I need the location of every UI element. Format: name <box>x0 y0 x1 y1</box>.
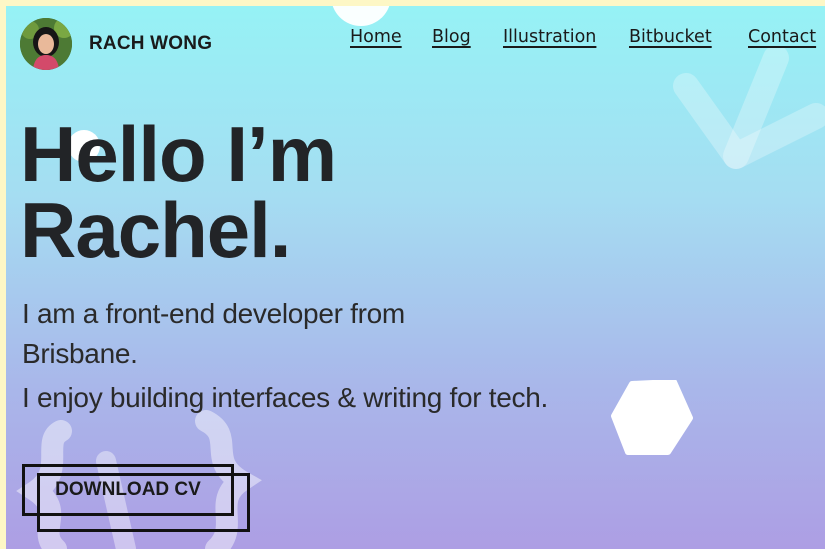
nav-link-illustration[interactable]: Illustration <box>503 27 596 47</box>
headline-line-1: Hello I’m <box>20 110 337 198</box>
intro-line-2: I enjoy building interfaces & writing fo… <box>22 382 548 413</box>
avatar[interactable] <box>20 18 72 70</box>
avatar-portrait-icon <box>20 18 72 70</box>
download-cv-button[interactable]: DOWNLOAD CV <box>22 464 234 516</box>
decorative-hexagon <box>611 380 693 455</box>
nav-link-contact[interactable]: Contact <box>748 27 816 47</box>
page-frame: RACH WONG Home Blog Illustration Bitbuck… <box>6 6 825 549</box>
nav-link-bitbucket[interactable]: Bitbucket <box>629 27 712 47</box>
site-brand[interactable]: RACH WONG <box>89 33 212 55</box>
hero-intro: I am a front-end developer from Brisbane… <box>22 294 582 418</box>
headline-line-2: Rachel. <box>20 186 291 274</box>
intro-line-1: I am a front-end developer from Brisbane… <box>22 298 405 369</box>
site-header: RACH WONG Home Blog Illustration Bitbuck… <box>6 6 825 82</box>
nav-link-home[interactable]: Home <box>350 27 402 47</box>
nav-link-blog[interactable]: Blog <box>432 27 471 47</box>
hero-headline: Hello I’m Rachel. <box>20 110 337 274</box>
